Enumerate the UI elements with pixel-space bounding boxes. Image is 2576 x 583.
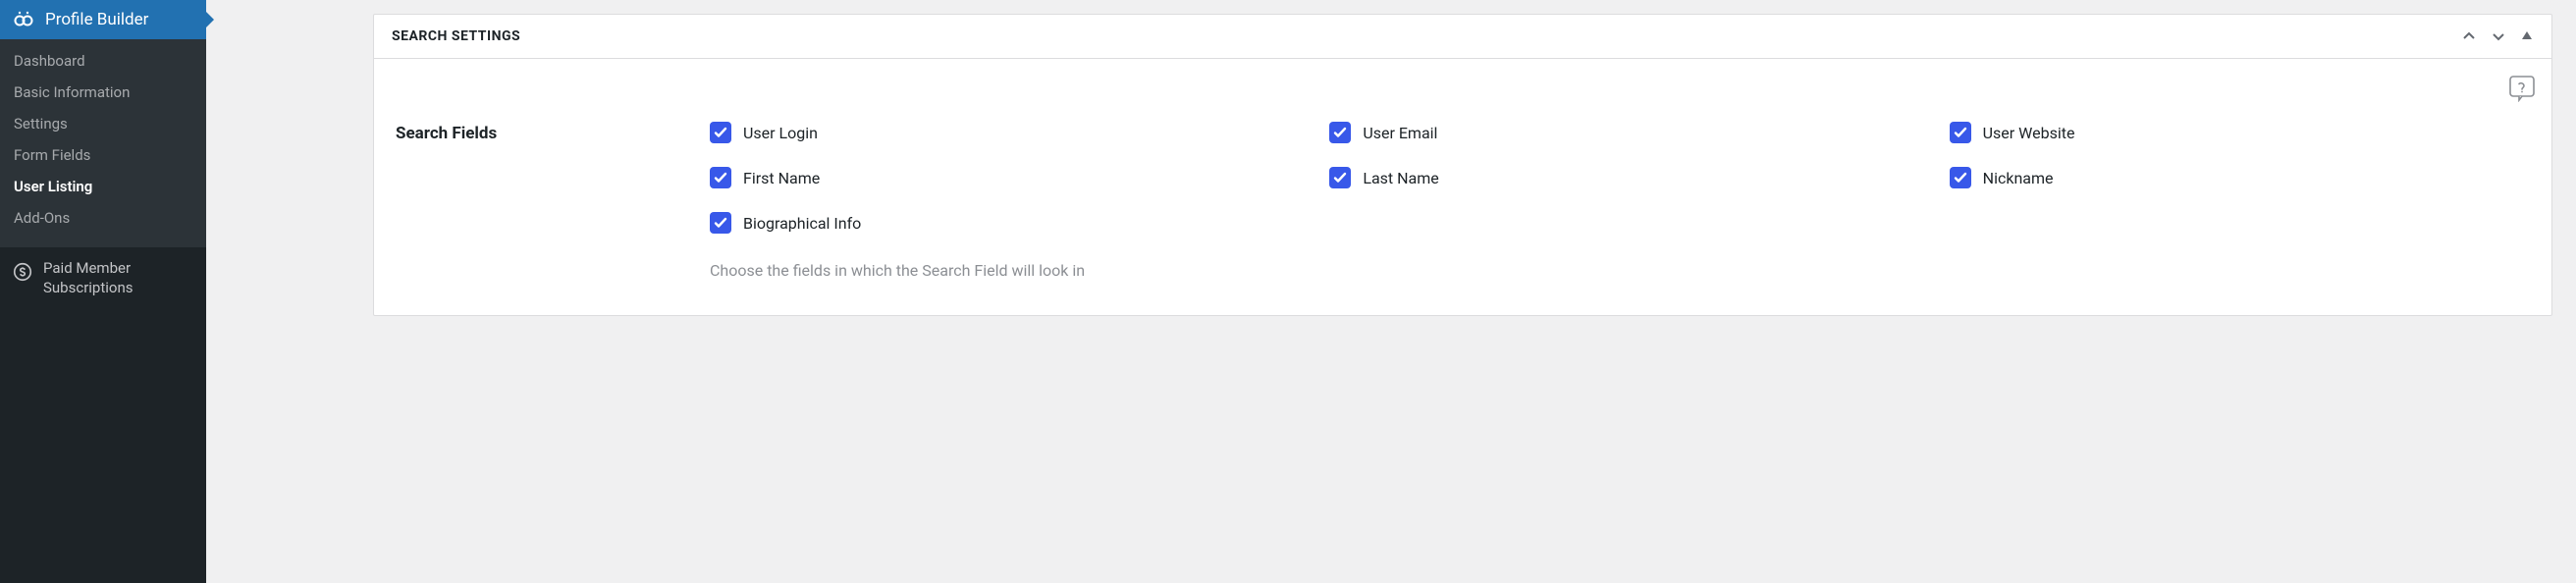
search-settings-panel: Search Settings xyxy=(373,14,2552,316)
check-icon xyxy=(714,126,727,139)
sidebar-header-label: Profile Builder xyxy=(45,10,148,29)
chevron-up-icon xyxy=(2461,28,2477,44)
checkbox-box xyxy=(710,167,731,188)
field-label: Search Fields xyxy=(396,122,671,280)
checkbox-label: Nickname xyxy=(1983,169,2054,187)
profile-builder-icon xyxy=(12,8,35,31)
check-icon xyxy=(714,171,727,185)
checkbox-label: Biographical Info xyxy=(743,214,861,233)
help-button[interactable] xyxy=(2508,75,2536,102)
checkbox-biographical-info[interactable]: Biographical Info xyxy=(710,212,1290,234)
sidebar-item-basic-information[interactable]: Basic Information xyxy=(0,77,206,108)
help-icon xyxy=(2508,75,2536,102)
subscriptions-icon xyxy=(12,261,33,283)
sidebar-footer-label: Paid Member Subscriptions xyxy=(43,259,194,297)
sidebar-item-settings[interactable]: Settings xyxy=(0,108,206,139)
checkbox-first-name[interactable]: First Name xyxy=(710,167,1290,188)
check-icon xyxy=(1954,126,1967,139)
checkbox-box xyxy=(1950,167,1971,188)
checkbox-label: User Email xyxy=(1363,124,1437,142)
sidebar-item-add-ons[interactable]: Add-Ons xyxy=(0,202,206,234)
checkbox-label: User Website xyxy=(1983,124,2075,142)
checkbox-nickname[interactable]: Nickname xyxy=(1950,167,2530,188)
checkbox-box xyxy=(1329,167,1351,188)
sidebar-item-dashboard[interactable]: Dashboard xyxy=(0,45,206,77)
collapse-button[interactable] xyxy=(2520,28,2534,44)
checkbox-user-website[interactable]: User Website xyxy=(1950,122,2530,143)
checkbox-user-login[interactable]: User Login xyxy=(710,122,1290,143)
checkbox-box xyxy=(1329,122,1351,143)
admin-sidebar: Profile Builder DashboardBasic Informati… xyxy=(0,0,206,583)
move-down-button[interactable] xyxy=(2491,28,2506,44)
checkbox-label: First Name xyxy=(743,169,820,187)
sidebar-item-form-fields[interactable]: Form Fields xyxy=(0,139,206,171)
checkbox-last-name[interactable]: Last Name xyxy=(1329,167,1909,188)
checkbox-user-email[interactable]: User Email xyxy=(1329,122,1909,143)
search-fields-row: Search Fields User Login User Email User W… xyxy=(396,122,2530,280)
sidebar-menu: DashboardBasic InformationSettingsForm F… xyxy=(0,39,206,247)
panel-actions xyxy=(2461,28,2534,44)
checkbox-label: User Login xyxy=(743,124,818,142)
checkbox-box xyxy=(710,212,731,234)
content-area: Search Settings xyxy=(206,0,2576,583)
checkbox-box xyxy=(1950,122,1971,143)
triangle-up-icon xyxy=(2520,28,2534,42)
field-content: User Login User Email User Website First Na… xyxy=(710,122,2530,280)
check-icon xyxy=(1333,171,1347,185)
move-up-button[interactable] xyxy=(2461,28,2477,44)
checkbox-grid: User Login User Email User Website First Na… xyxy=(710,122,2530,234)
sidebar-item-user-listing[interactable]: User Listing xyxy=(0,171,206,202)
check-icon xyxy=(1954,171,1967,185)
check-icon xyxy=(714,216,727,230)
panel-header: Search Settings xyxy=(374,15,2551,59)
check-icon xyxy=(1333,126,1347,139)
panel-title: Search Settings xyxy=(392,28,520,44)
checkbox-box xyxy=(710,122,731,143)
chevron-down-icon xyxy=(2491,28,2506,44)
field-description: Choose the fields in which the Search Fi… xyxy=(710,261,2530,280)
sidebar-header[interactable]: Profile Builder xyxy=(0,0,206,39)
sidebar-item-paid-member[interactable]: Paid Member Subscriptions xyxy=(0,247,206,309)
checkbox-label: Last Name xyxy=(1363,169,1438,187)
panel-body: Search Fields User Login User Email User W… xyxy=(374,59,2551,315)
